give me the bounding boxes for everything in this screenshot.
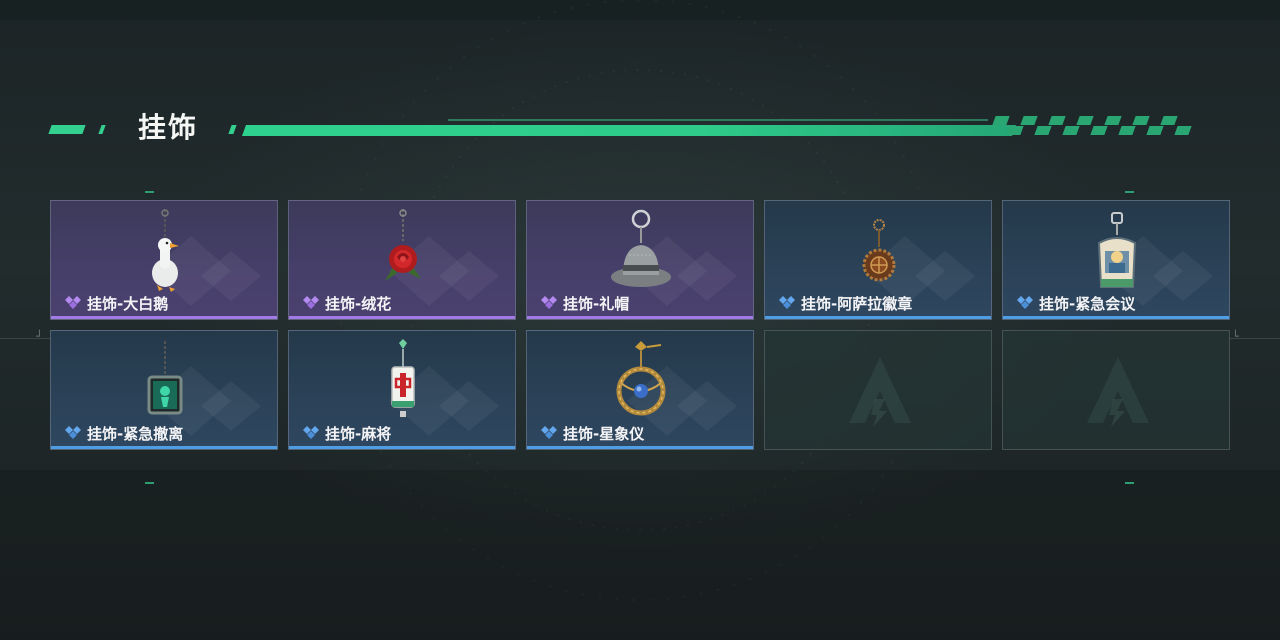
header-thin-line <box>448 119 988 121</box>
frame-tick <box>1125 191 1134 193</box>
charm-grid: 挂饰-大白鹅 挂饰-绒花 挂饰-礼帽 挂饰-阿萨拉徽章 挂饰-紧急会议 挂饰-紧… <box>50 200 1230 450</box>
charm-name: 挂饰-星象仪 <box>563 424 645 443</box>
frame-side-mark: └ <box>1232 330 1239 343</box>
frame-tick <box>145 191 154 193</box>
charm-label: 挂饰-大白鹅 <box>63 293 168 313</box>
hat-charm-icon <box>611 209 671 287</box>
frame-tick <box>1125 482 1134 484</box>
rarity-diamond-icon <box>65 426 81 439</box>
charm-label: 挂饰-礼帽 <box>539 293 629 313</box>
rarity-diamond-icon <box>303 296 319 309</box>
astrolabe-charm-icon <box>616 341 666 416</box>
empty-charm-slot[interactable] <box>1002 330 1230 450</box>
header-accent-mark <box>48 125 86 134</box>
charm-name: 挂饰-紧急撤离 <box>87 424 184 443</box>
charm-label: 挂饰-紧急会议 <box>1015 293 1135 313</box>
charm-name: 挂饰-绒花 <box>325 294 392 313</box>
charm-card-rose[interactable]: 挂饰-绒花 <box>288 200 516 320</box>
charm-label: 挂饰-绒花 <box>301 293 391 313</box>
charm-label: 挂饰-麻将 <box>301 423 391 443</box>
rose-charm-icon <box>385 209 421 281</box>
rarity-underline <box>765 316 991 319</box>
rarity-underline <box>289 316 515 319</box>
rarity-diamond-icon <box>303 426 319 439</box>
empty-slot-logo-icon <box>849 357 911 427</box>
charm-name: 挂饰-阿萨拉徽章 <box>801 294 913 313</box>
charm-card-goose[interactable]: 挂饰-大白鹅 <box>50 200 278 320</box>
header-accent-mark <box>98 125 106 134</box>
rarity-diamond-icon <box>779 296 795 309</box>
rarity-diamond-icon <box>65 296 81 309</box>
rarity-diamond-icon <box>541 296 557 309</box>
rarity-underline <box>289 446 515 449</box>
charm-label: 挂饰-星象仪 <box>539 423 644 443</box>
page-title: 挂饰 <box>138 111 199 144</box>
header-accent-bar <box>241 125 1017 136</box>
empty-slot-logo-icon <box>1087 357 1149 427</box>
charm-name: 挂饰-紧急会议 <box>1039 294 1136 313</box>
mahjong-charm-icon <box>391 339 415 417</box>
section-header: 挂饰 <box>48 100 1208 160</box>
rarity-underline <box>51 316 277 319</box>
charm-name: 挂饰-大白鹅 <box>87 294 169 313</box>
charm-card-hat[interactable]: 挂饰-礼帽 <box>526 200 754 320</box>
charm-card-mahjong[interactable]: 挂饰-麻将 <box>288 330 516 450</box>
rarity-diamond-icon <box>541 426 557 439</box>
charm-name: 挂饰-礼帽 <box>563 294 630 313</box>
frame-tick <box>145 482 154 484</box>
charm-card-astrolabe[interactable]: 挂饰-星象仪 <box>526 330 754 450</box>
charm-label: 挂饰-紧急撤离 <box>63 423 183 443</box>
empty-charm-slot[interactable] <box>764 330 992 450</box>
charm-card-badge[interactable]: 挂饰-阿萨拉徽章 <box>764 200 992 320</box>
header-checker-pattern <box>992 116 1204 136</box>
goose-charm-icon <box>152 209 179 292</box>
rarity-underline <box>51 446 277 449</box>
rarity-underline <box>1003 316 1229 319</box>
rarity-underline <box>527 446 753 449</box>
charm-card-evac[interactable]: 挂饰-紧急撤离 <box>50 330 278 450</box>
charm-name: 挂饰-麻将 <box>325 424 392 443</box>
rarity-diamond-icon <box>1017 296 1033 309</box>
frame-side-mark: ┘ <box>36 330 43 343</box>
evac-charm-icon <box>147 341 183 415</box>
rarity-underline <box>527 316 753 319</box>
badge-charm-icon <box>862 219 896 282</box>
charm-card-meeting[interactable]: 挂饰-紧急会议 <box>1002 200 1230 320</box>
charm-label: 挂饰-阿萨拉徽章 <box>777 293 912 313</box>
header-accent-mark <box>228 125 237 134</box>
meeting-charm-icon <box>1097 212 1137 288</box>
